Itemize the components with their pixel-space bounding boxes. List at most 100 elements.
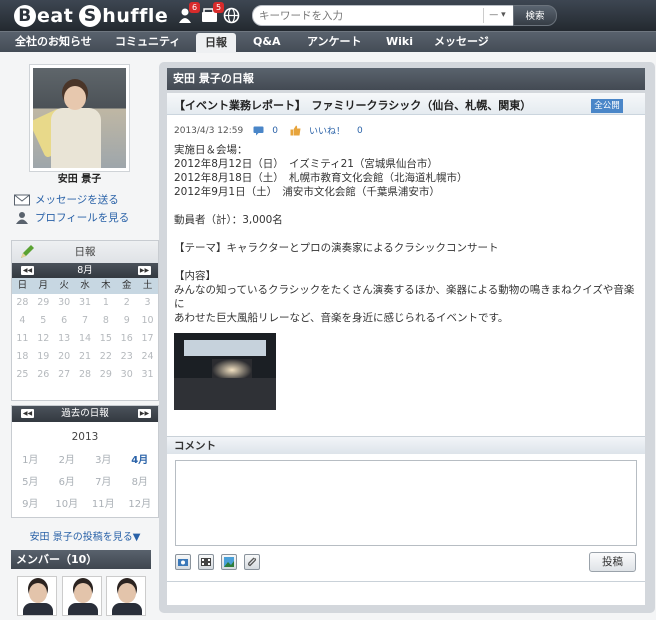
- nav-messages[interactable]: メッセージ: [425, 32, 498, 52]
- calendar-day[interactable]: 2: [116, 294, 137, 312]
- prev-month-button[interactable]: ◀◀: [21, 266, 34, 275]
- calendar-day[interactable]: 12: [33, 330, 54, 348]
- archive-month[interactable]: 8月: [122, 472, 159, 494]
- globe-icon[interactable]: [223, 7, 240, 24]
- archive-month[interactable]: 9月: [12, 494, 49, 516]
- calendar-day[interactable]: 4: [12, 312, 33, 330]
- archive-month[interactable]: 6月: [49, 472, 86, 494]
- profile-avatar[interactable]: [29, 64, 130, 172]
- search-input[interactable]: [259, 7, 484, 24]
- calendar-day[interactable]: 18: [12, 348, 33, 366]
- view-profile-link[interactable]: プロフィールを見る: [14, 209, 129, 225]
- report-body-line: 2012年8月12日（日） イズミティ21（宮城県仙台市）: [174, 158, 438, 170]
- calendar-day[interactable]: 21: [75, 348, 96, 366]
- report-page-title: 安田 景子の日報: [167, 68, 645, 90]
- search-scope-select[interactable]: — ▾: [483, 8, 511, 23]
- calendar-day[interactable]: 31: [75, 294, 96, 312]
- send-message-link[interactable]: メッセージを送る: [14, 191, 119, 207]
- weekday-label: 火: [53, 278, 75, 294]
- envelope-icon: [14, 194, 30, 205]
- archive-month[interactable]: 1月: [12, 450, 49, 472]
- beat-shuffle-logo[interactable]: Beat Shuffle: [14, 3, 168, 29]
- calendar-title: 日報: [74, 246, 96, 258]
- nav-qa[interactable]: Q&A: [244, 32, 289, 52]
- logo-initial-s: S: [79, 5, 102, 27]
- notification-icon[interactable]: 6: [177, 2, 200, 24]
- calendar-day[interactable]: 28: [75, 366, 96, 384]
- calendar-day[interactable]: 26: [33, 366, 54, 384]
- calendar-day[interactable]: 31: [137, 366, 158, 384]
- visibility-badge: 全公開: [591, 99, 623, 113]
- calendar-day[interactable]: 13: [54, 330, 75, 348]
- nav-daily-report[interactable]: 日報: [196, 33, 236, 53]
- calendar-day[interactable]: 30: [54, 294, 75, 312]
- archive-month[interactable]: 10月: [49, 494, 86, 516]
- next-year-button[interactable]: ▶▶: [138, 409, 151, 418]
- report-body-line: 【内容】: [174, 270, 216, 282]
- weekday-label: 木: [95, 278, 117, 294]
- image-icon[interactable]: [221, 554, 237, 570]
- nav-wiki[interactable]: Wiki: [377, 32, 422, 52]
- calendar-day[interactable]: 9: [116, 312, 137, 330]
- member-avatar[interactable]: [106, 576, 146, 616]
- archive-month[interactable]: 12月: [122, 494, 159, 516]
- prev-year-button[interactable]: ◀◀: [21, 409, 34, 418]
- camera-icon[interactable]: [175, 554, 191, 570]
- calendar-day[interactable]: 25: [12, 366, 33, 384]
- search-button[interactable]: 検索: [513, 5, 557, 26]
- calendar-day[interactable]: 17: [137, 330, 158, 348]
- comment-count[interactable]: 0: [272, 126, 278, 136]
- calendar-day[interactable]: 5: [33, 312, 54, 330]
- weekday-label: 月: [32, 278, 54, 294]
- calendar-day[interactable]: 14: [75, 330, 96, 348]
- video-icon[interactable]: [198, 554, 214, 570]
- calendar-day[interactable]: 24: [137, 348, 158, 366]
- nav-survey[interactable]: アンケート: [298, 32, 371, 52]
- nav-announcements[interactable]: 全社のお知らせ: [6, 32, 101, 52]
- calendar-day[interactable]: 22: [95, 348, 116, 366]
- calendar-day[interactable]: 11: [12, 330, 33, 348]
- next-month-button[interactable]: ▶▶: [138, 266, 151, 275]
- calendar-day[interactable]: 8: [95, 312, 116, 330]
- calendar-day[interactable]: 19: [33, 348, 54, 366]
- calendar-day[interactable]: 23: [116, 348, 137, 366]
- calendar-day[interactable]: 29: [95, 366, 116, 384]
- event-photo[interactable]: [174, 333, 276, 410]
- archive-year-nav: ◀◀ 過去の日報 ▶▶: [12, 406, 158, 422]
- calendar-day[interactable]: 16: [116, 330, 137, 348]
- like-icon: [290, 125, 301, 136]
- post-title: 【イベント業務レポート】 ファミリークラシック（仙台、札幌、関東）: [174, 99, 532, 112]
- report-body: 実施日＆会場： 2012年8月12日（日） イズミティ21（宮城県仙台市） 2012…: [174, 143, 636, 325]
- calendar-day[interactable]: 10: [137, 312, 158, 330]
- calendar-day[interactable]: 7: [75, 312, 96, 330]
- archive-month[interactable]: 11月: [85, 494, 122, 516]
- archive-months: 1月 2月 3月 4月 5月 6月 7月 8月 9月 10月 11月 12月: [12, 450, 158, 516]
- comment-input[interactable]: [175, 460, 637, 546]
- member-avatar[interactable]: [17, 576, 57, 616]
- calendar-header: 日報: [12, 241, 158, 263]
- calendar-day[interactable]: 30: [116, 366, 137, 384]
- nav-community[interactable]: コミュニティ: [106, 32, 189, 52]
- like-link[interactable]: いいね！: [309, 124, 345, 137]
- calendar-day[interactable]: 29: [33, 294, 54, 312]
- calendar-month: 8月: [77, 265, 93, 276]
- calendar-day[interactable]: 15: [95, 330, 116, 348]
- calendar-day[interactable]: 27: [54, 366, 75, 384]
- post-comment-button[interactable]: 投稿: [589, 552, 636, 572]
- comment-section-header: コメント: [167, 436, 645, 454]
- member-avatar[interactable]: [62, 576, 102, 616]
- calendar-day[interactable]: 3: [137, 294, 158, 312]
- paperclip-icon[interactable]: [244, 554, 260, 570]
- mail-icon[interactable]: 5: [201, 2, 224, 24]
- calendar-day[interactable]: 20: [54, 348, 75, 366]
- archive-month[interactable]: 3月: [85, 450, 122, 472]
- archive-month[interactable]: 4月: [122, 450, 159, 472]
- view-user-posts-link[interactable]: 安田 景子の投稿を見る▼: [11, 528, 159, 543]
- archive-month[interactable]: 7月: [85, 472, 122, 494]
- archive-month[interactable]: 5月: [12, 472, 49, 494]
- archive-month[interactable]: 2月: [49, 450, 86, 472]
- calendar-day[interactable]: 28: [12, 294, 33, 312]
- calendar-day[interactable]: 1: [95, 294, 116, 312]
- like-count: 0: [356, 125, 363, 136]
- calendar-day[interactable]: 6: [54, 312, 75, 330]
